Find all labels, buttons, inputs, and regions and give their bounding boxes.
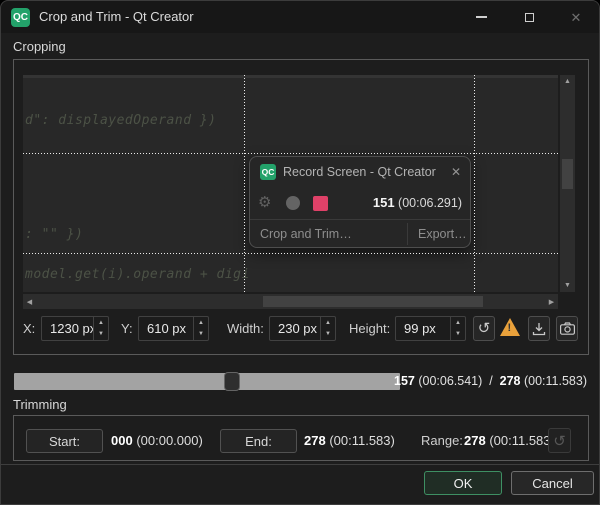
crop-guide-top: [23, 153, 558, 154]
maximize-button[interactable]: [513, 1, 545, 33]
width-spinbox[interactable]: 230 px ▲ ▼: [269, 316, 336, 341]
frame-slider-track[interactable]: [14, 373, 400, 390]
crop-guide-left: [244, 75, 245, 292]
frame-slider-handle[interactable]: [224, 372, 240, 391]
reset-crop-button[interactable]: ↺: [473, 316, 495, 341]
scroll-down-icon[interactable]: ▼: [560, 279, 575, 292]
save-button[interactable]: [528, 316, 550, 341]
range-value: 278 (00:11.583): [464, 429, 555, 453]
horizontal-scrollbar-thumb[interactable]: [263, 296, 483, 307]
start-value: 000 (00:00.000): [111, 429, 203, 453]
minimize-icon: [476, 16, 487, 18]
x-spinner: ▲ ▼: [93, 317, 108, 340]
scroll-left-icon[interactable]: ◀: [23, 294, 36, 309]
y-spinner: ▲ ▼: [193, 317, 208, 340]
gear-icon: ⚙: [258, 187, 271, 219]
x-spinbox[interactable]: 1230 px ▲ ▼: [41, 316, 109, 341]
width-label: Width:: [227, 316, 264, 341]
vertical-scrollbar-thumb[interactable]: [562, 159, 573, 189]
recorded-code-line: model.get(i).operand + digi: [25, 267, 250, 282]
window-title: Crop and Trim - Qt Creator: [39, 1, 194, 33]
warning-icon: [500, 318, 520, 336]
crop-guide-bottom: [23, 253, 558, 254]
qt-creator-logo-icon: QC: [260, 164, 276, 180]
crop-and-trim-dialog: QC Crop and Trim - Qt Creator ✕ Cropping…: [0, 0, 600, 505]
recorded-export-label: Export…: [418, 220, 467, 248]
spin-down-icon[interactable]: ▼: [321, 329, 335, 341]
y-value[interactable]: 610 px: [139, 317, 193, 340]
close-icon: ✕: [571, 11, 582, 24]
spin-up-icon[interactable]: ▲: [321, 317, 335, 329]
scroll-up-icon[interactable]: ▲: [560, 75, 575, 88]
width-spinner: ▲ ▼: [320, 317, 335, 340]
footer-divider: [1, 464, 600, 465]
recorded-code-line: : "" }): [25, 227, 83, 242]
height-spinbox[interactable]: 99 px ▲ ▼: [395, 316, 466, 341]
close-button[interactable]: ✕: [557, 1, 595, 33]
reset-icon: ↺: [553, 432, 566, 450]
qt-creator-logo-icon: QC: [11, 8, 30, 27]
horizontal-scrollbar[interactable]: ◀ ▶: [23, 294, 558, 309]
recorded-frame-counter: 151 (00:06.291): [373, 187, 462, 219]
frame-progress-text: 157 (00:06.541) / 278 (00:11.583): [394, 373, 587, 390]
record-circle-icon: [286, 196, 300, 210]
spin-down-icon[interactable]: ▼: [194, 329, 208, 341]
height-spinner: ▲ ▼: [450, 317, 465, 340]
camera-icon: [560, 322, 575, 335]
x-label: X:: [23, 316, 35, 341]
y-label: Y:: [121, 316, 133, 341]
ok-button[interactable]: OK: [424, 471, 502, 495]
scroll-right-icon[interactable]: ▶: [545, 294, 558, 309]
spin-down-icon[interactable]: ▼: [94, 329, 108, 341]
maximize-icon: [525, 13, 534, 22]
divider: [407, 223, 408, 245]
spin-up-icon[interactable]: ▲: [94, 317, 108, 329]
recorded-window-title: Record Screen - Qt Creator: [283, 157, 436, 187]
set-start-button[interactable]: Start:: [26, 429, 103, 453]
reset-trim-button[interactable]: ↺: [548, 428, 571, 453]
cancel-button[interactable]: Cancel: [511, 471, 594, 495]
reset-icon: ↺: [478, 321, 491, 336]
minimize-button[interactable]: [465, 1, 497, 33]
y-spinbox[interactable]: 610 px ▲ ▼: [138, 316, 209, 341]
range-label: Range:: [421, 429, 463, 453]
height-label: Height:: [349, 316, 390, 341]
set-end-button[interactable]: End:: [220, 429, 297, 453]
title-bar: QC Crop and Trim - Qt Creator ✕: [1, 1, 600, 33]
x-value[interactable]: 1230 px: [42, 317, 93, 340]
spin-up-icon[interactable]: ▲: [194, 317, 208, 329]
preview-top-band: [23, 75, 558, 78]
crop-guide-right: [474, 75, 475, 292]
vertical-scrollbar[interactable]: ▲ ▼: [560, 75, 575, 292]
recorded-code-line: d": displayedOperand }): [25, 113, 217, 128]
spin-down-icon[interactable]: ▼: [451, 329, 465, 341]
recorded-record-screen-window: QC Record Screen - Qt Creator ✕ ⚙ 151 (0…: [249, 156, 471, 248]
trimming-group-label: Trimming: [13, 397, 67, 412]
close-icon: ✕: [451, 157, 461, 187]
cropping-group-label: Cropping: [13, 39, 66, 54]
end-value: 278 (00:11.583): [304, 429, 395, 453]
recorded-crop-and-trim-label: Crop and Trim…: [260, 220, 352, 248]
spin-up-icon[interactable]: ▲: [451, 317, 465, 329]
screenshot-button[interactable]: [556, 316, 578, 341]
download-icon: [532, 322, 546, 336]
width-value[interactable]: 230 px: [270, 317, 320, 340]
stop-square-icon: [313, 196, 328, 211]
height-value[interactable]: 99 px: [396, 317, 450, 340]
